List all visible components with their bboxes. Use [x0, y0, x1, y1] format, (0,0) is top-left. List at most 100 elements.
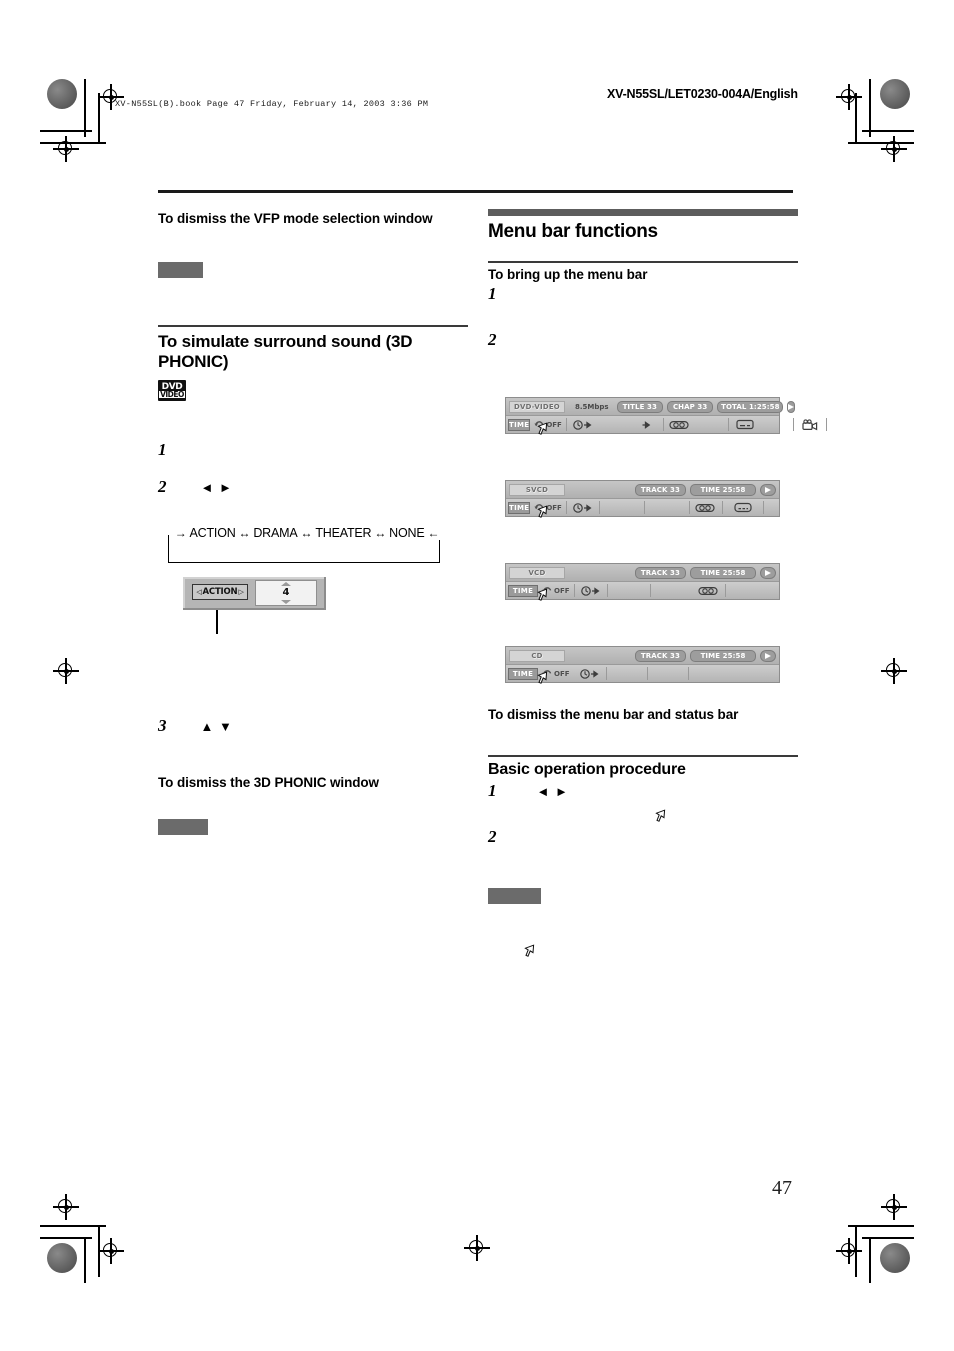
- registration-mark-right-middle: [881, 658, 907, 684]
- step-number: 1: [488, 781, 497, 800]
- rule-above-section-title: [488, 209, 798, 216]
- time-button[interactable]: TIME: [508, 418, 531, 431]
- audio-icon[interactable]: [693, 584, 725, 597]
- osd-bar-vcd: VCD TRACK 33 TIME 25:58 TIME OFF: [505, 563, 780, 601]
- title-chip: TITLE 33: [616, 400, 663, 413]
- stepper-down-arrow-icon[interactable]: [281, 600, 291, 604]
- page-top-rule: [158, 190, 793, 193]
- disc-type-label: CD: [509, 649, 565, 662]
- rule-above-surround: [158, 325, 468, 327]
- note-block-phonic: [158, 819, 208, 835]
- heading-bring-up-menu-bar: To bring up the menu bar: [488, 267, 648, 282]
- subtitle-icon[interactable]: [721, 501, 763, 514]
- time-chip: TIME 25:58: [690, 649, 756, 662]
- dvd-video-logo: DVD VIDEO: [158, 380, 186, 401]
- repeat-indicator[interactable]: OFF: [530, 420, 566, 429]
- phonic-value: 4: [282, 587, 290, 598]
- phonic-right-arrow-icon: ▷: [238, 588, 244, 596]
- crop-line-bl-h: [40, 1225, 106, 1227]
- left-right-arrows-icon: ◄ ►: [200, 479, 233, 495]
- basic-step-2: 2: [488, 827, 798, 847]
- registration-mark-left-lower: [53, 1194, 79, 1220]
- crop-line-bl-v2: [84, 1237, 86, 1283]
- step-2-right: 2: [488, 330, 798, 350]
- cursor-inline-1: [655, 809, 798, 822]
- angle-icon[interactable]: [792, 418, 826, 431]
- step-number: 1: [488, 284, 497, 303]
- blank-cell[interactable]: [598, 501, 644, 514]
- note-block-basic: [488, 888, 541, 904]
- rule-above-basic-procedure: [488, 755, 798, 757]
- crop-line-br-v2: [869, 1237, 871, 1283]
- cycle-exit-arrow-icon: ←: [427, 526, 440, 540]
- cycle-item-theater: THEATER: [315, 526, 372, 540]
- chapter-search-icon[interactable]: [631, 418, 663, 431]
- repeat-indicator[interactable]: OFF: [530, 503, 566, 512]
- registration-mark-right-lower: [881, 1194, 907, 1220]
- registration-mark-top-right: [836, 84, 862, 110]
- chapter-chip: CHAP 33: [666, 400, 714, 413]
- repeat-state-label: OFF: [546, 503, 562, 512]
- registration-mark-bottom-left: [98, 1238, 124, 1264]
- blank-cell[interactable]: [605, 667, 647, 680]
- crop-line-br-h: [848, 1225, 914, 1227]
- mouse-cursor-icon: [537, 671, 548, 684]
- repeat-state-label: OFF: [554, 669, 570, 678]
- rule-above-bring-up: [488, 261, 798, 263]
- track-chip: TRACK 33: [634, 649, 686, 662]
- time-button[interactable]: TIME: [508, 667, 538, 680]
- audio-icon[interactable]: [688, 501, 722, 514]
- osd-gap: [761, 418, 793, 431]
- registration-mark-bottom-right: [836, 1238, 862, 1264]
- time-button[interactable]: TIME: [508, 501, 531, 514]
- registration-mark-left-middle: [53, 658, 79, 684]
- halftone-circle-bottom-left: [47, 1243, 77, 1273]
- left-column: To dismiss the VFP mode selection window…: [158, 205, 468, 835]
- cycle-arrow-icon: ↔: [300, 526, 313, 540]
- cycle-item-drama: DRAMA: [253, 526, 298, 540]
- time-search-icon[interactable]: [565, 418, 599, 431]
- bitrate-label: 8.5Mbps: [575, 402, 609, 411]
- blank-cell[interactable]: [643, 501, 689, 514]
- mouse-cursor-icon: [524, 944, 535, 957]
- registration-mark-bottom-center: [464, 1235, 490, 1261]
- step-3-left: 3 ▲ ▼: [158, 716, 468, 736]
- crop-line-tl-v: [84, 79, 86, 137]
- time-search-icon[interactable]: [565, 501, 599, 514]
- osd-status-row: DVD-VIDEO 8.5Mbps TITLE 33 CHAP 33 TOTAL…: [506, 398, 796, 416]
- osd-gap: [599, 418, 631, 431]
- dvd-logo-line2: VIDEO: [159, 390, 185, 400]
- cycle-arrow-icon: ↔: [238, 526, 251, 540]
- audio-icon[interactable]: [662, 418, 696, 431]
- phonic-left-arrow-icon: ◁: [196, 588, 202, 596]
- registration-mark-left-upper: [53, 136, 79, 162]
- time-search-icon[interactable]: [573, 584, 607, 597]
- crop-line-tr-v: [869, 79, 871, 137]
- blank-cell[interactable]: [606, 584, 650, 597]
- phonic-value-stepper[interactable]: 4: [255, 580, 317, 606]
- step-number: 2: [158, 477, 167, 496]
- blank-cell[interactable]: [646, 667, 688, 680]
- step-1-right: 1: [488, 284, 798, 304]
- blank-cell[interactable]: [649, 584, 693, 597]
- play-icon: [787, 400, 796, 413]
- cursor-inline-2: [524, 944, 798, 957]
- osd-bars-figure: DVD-VIDEO 8.5Mbps TITLE 33 CHAP 33 TOTAL…: [505, 397, 827, 684]
- track-chip: TRACK 33: [634, 483, 686, 496]
- phonic-widget-figure: ◁ ACTION ▷ 4: [183, 577, 468, 634]
- step-2-left: 2 ◄ ►: [158, 477, 468, 497]
- phonic-mode-button[interactable]: ◁ ACTION ▷: [192, 584, 248, 600]
- section-title-menu-bar-functions: Menu bar functions: [488, 221, 658, 242]
- disc-type-label: VCD: [509, 566, 565, 579]
- time-search-icon[interactable]: [574, 667, 606, 680]
- step-number: 1: [158, 440, 167, 459]
- step-number: 2: [488, 330, 497, 349]
- osd-gap-end: [687, 667, 777, 680]
- phonic-osd-panel: ◁ ACTION ▷ 4: [183, 577, 326, 610]
- time-chip: TIME 25:58: [690, 566, 756, 579]
- subtitle-icon[interactable]: [727, 418, 761, 431]
- basic-step-1: 1 ◄ ►: [488, 781, 798, 801]
- stepper-up-arrow-icon[interactable]: [281, 582, 291, 586]
- play-icon: [760, 649, 776, 662]
- time-button[interactable]: TIME: [508, 584, 538, 597]
